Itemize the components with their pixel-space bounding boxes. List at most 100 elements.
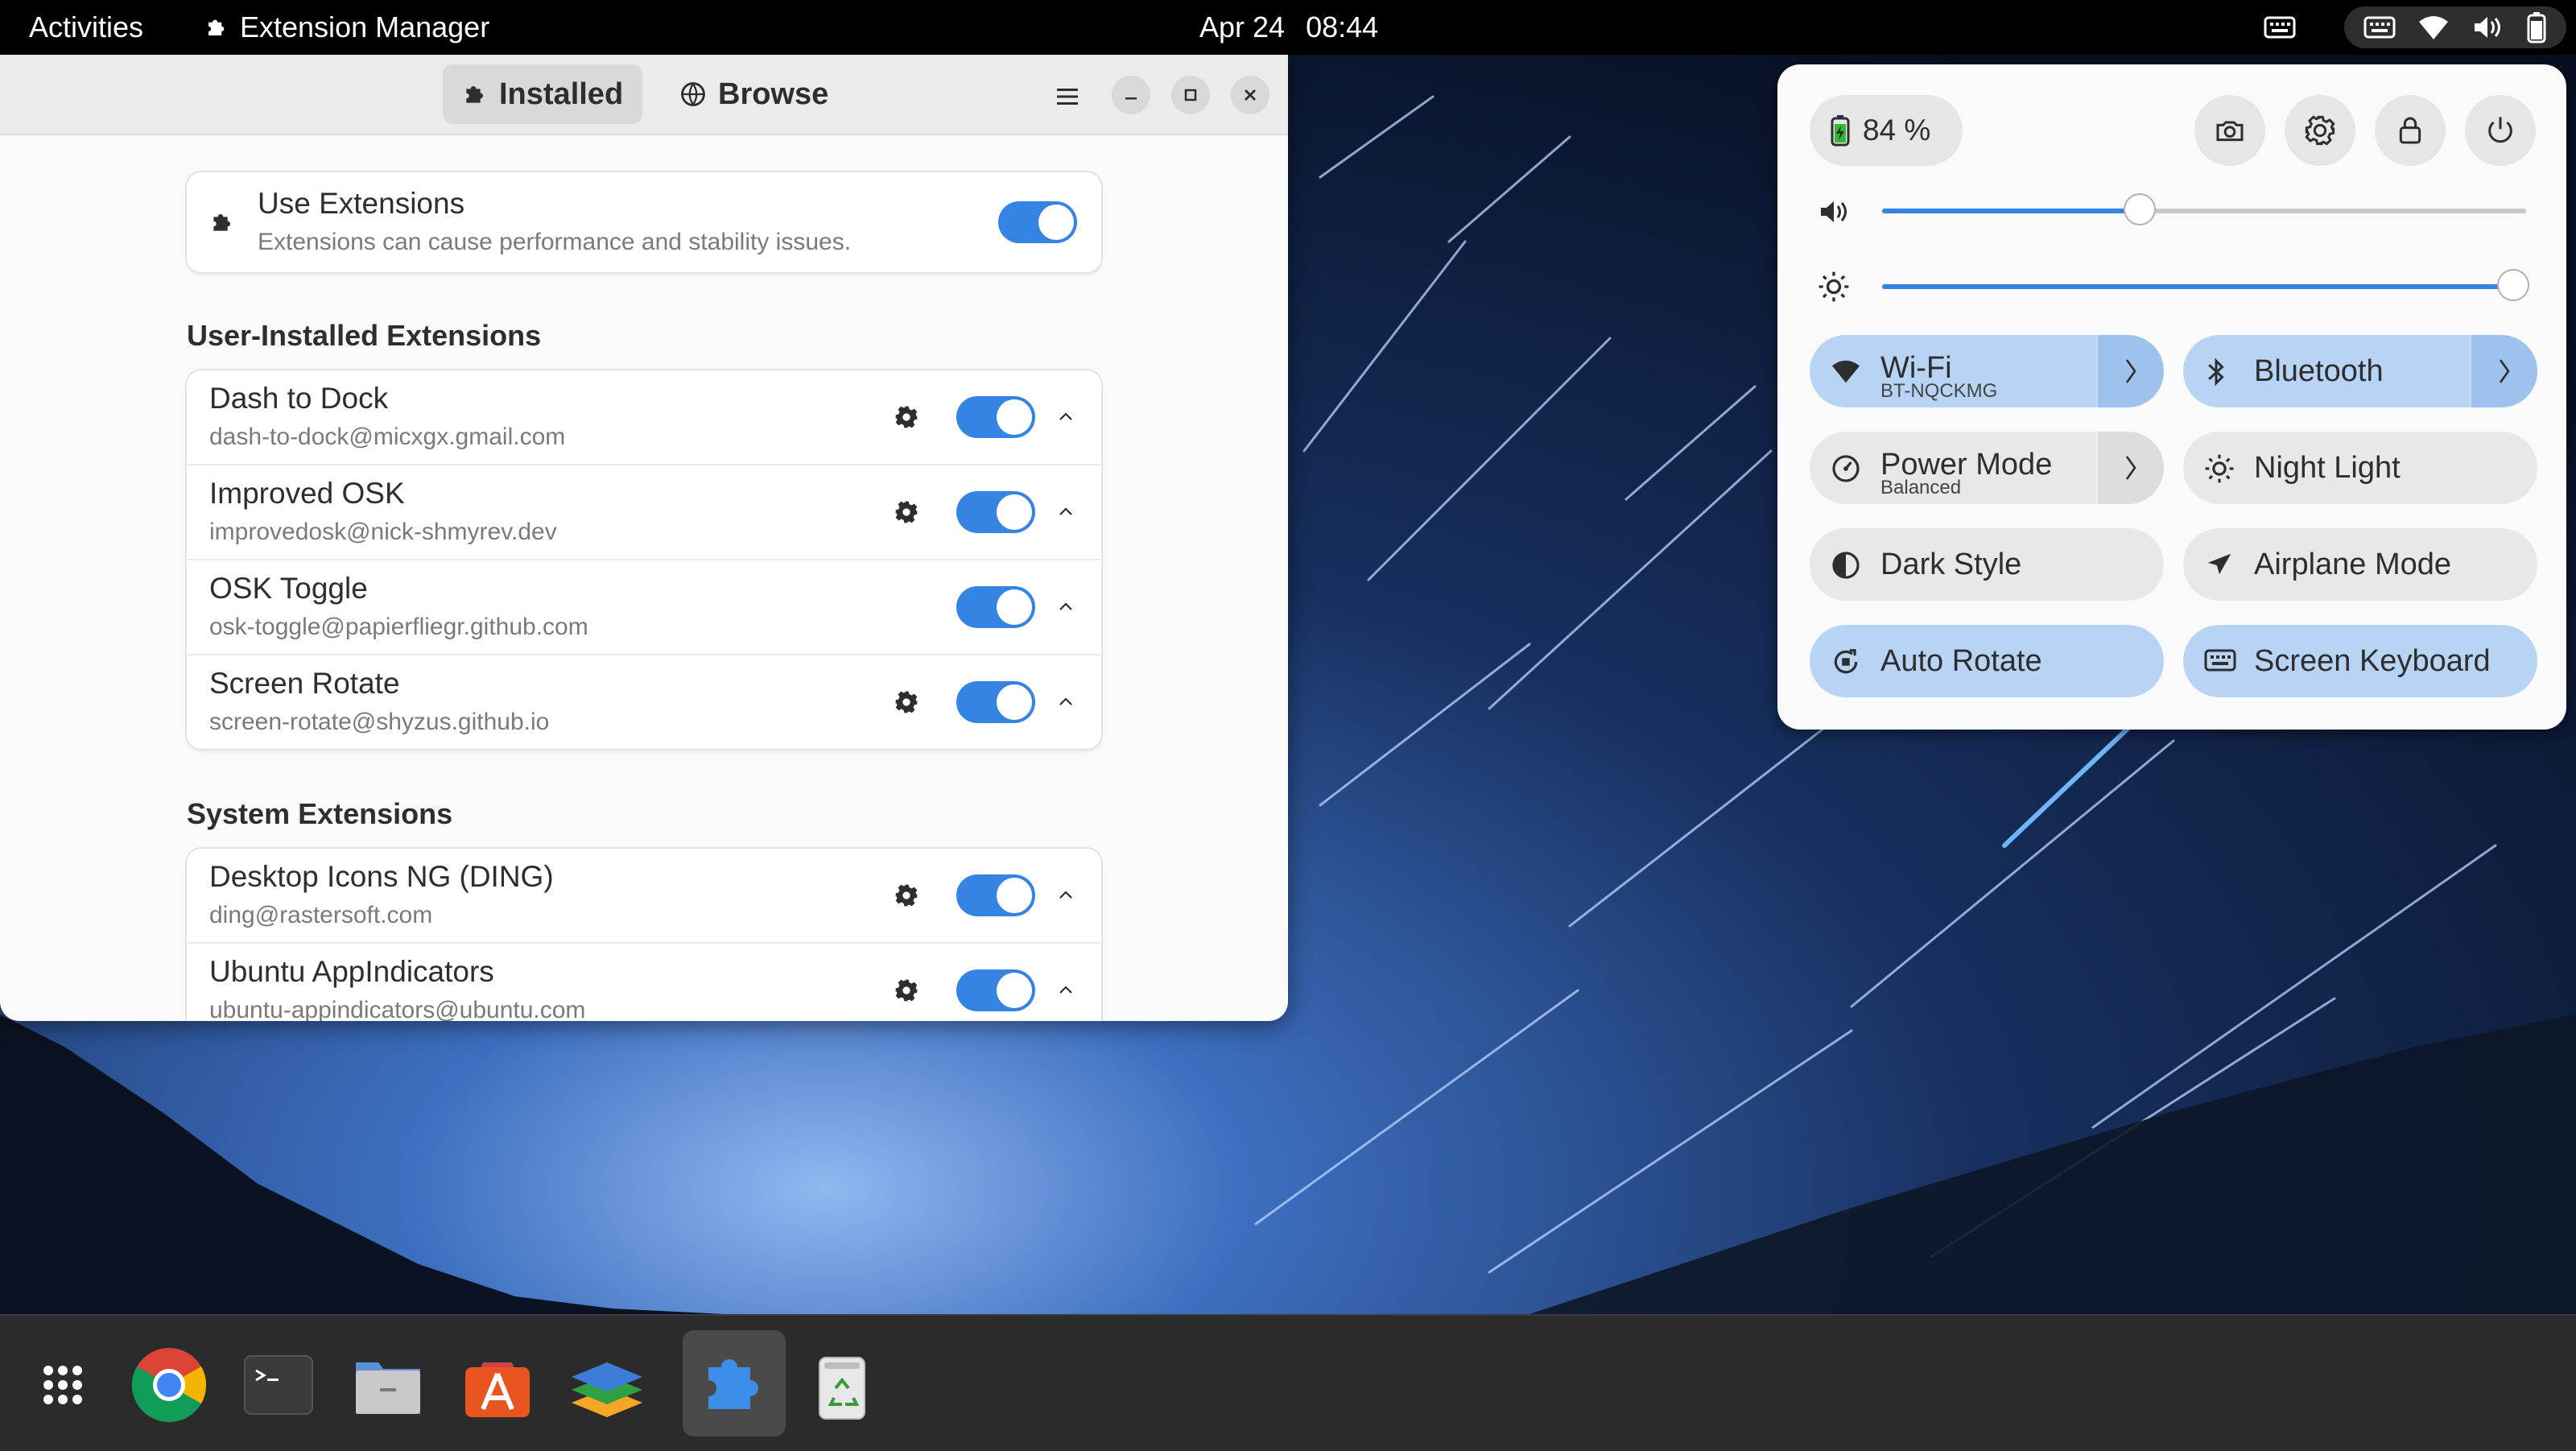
bluetooth-menu-button[interactable]: [2470, 335, 2537, 407]
system-extensions-heading: System Extensions: [187, 797, 453, 830]
apps-grid-icon: [43, 1366, 82, 1404]
puzzle-icon: [466, 86, 483, 103]
dark-style-icon: [1832, 552, 1860, 579]
main-menu-button[interactable]: [1048, 77, 1087, 116]
minimize-button[interactable]: [1112, 76, 1150, 114]
dock: [0, 1314, 2576, 1451]
extension-id: osk-toggle@papierfliegr.github.com: [209, 614, 588, 640]
extension-switch[interactable]: [956, 874, 1035, 916]
settings-gear-icon[interactable]: [894, 689, 919, 715]
chevron-up-icon[interactable]: [1056, 886, 1075, 905]
chevron-up-icon[interactable]: [1056, 502, 1075, 522]
user-extensions-heading: User-Installed Extensions: [187, 319, 542, 352]
app-menu[interactable]: Extension Manager: [204, 10, 489, 44]
auto-rotate-icon: [1834, 649, 1858, 674]
extension-switch[interactable]: [956, 586, 1035, 628]
layers-app-icon: [572, 1362, 642, 1417]
clock[interactable]: Apr 24 08:44: [1199, 10, 1378, 44]
user-extensions-list: Dash to Dock dash-to-dock@micxgx.gmail.c…: [187, 370, 1101, 749]
volume-slider[interactable]: [1882, 195, 2526, 227]
settings-button[interactable]: [2285, 95, 2355, 166]
extension-row[interactable]: Screen Rotate screen-rotate@shyzus.githu…: [187, 655, 1101, 749]
dark-style-toggle[interactable]: Dark Style: [1810, 528, 2164, 601]
brightness-slider-knob[interactable]: [2499, 271, 2528, 300]
chevron-up-icon[interactable]: [1056, 597, 1075, 617]
extension-switch[interactable]: [956, 491, 1035, 533]
volume-status-icon: [2474, 17, 2500, 38]
settings-gear-icon[interactable]: [894, 978, 919, 1003]
extension-row[interactable]: Improved OSK improvedosk@nick-shmyrev.de…: [187, 465, 1101, 560]
maximize-button[interactable]: [1171, 76, 1210, 114]
airplane-mode-toggle[interactable]: Airplane Mode: [2183, 528, 2537, 601]
airplane-mode-label: Airplane Mode: [2254, 548, 2452, 581]
power-button[interactable]: [2465, 95, 2536, 166]
dark-style-label: Dark Style: [1880, 548, 2022, 581]
trash-icon: [819, 1357, 865, 1420]
lock-button[interactable]: [2375, 95, 2446, 166]
minimize-icon: [1125, 97, 1137, 100]
show-apps-button[interactable]: [24, 1346, 101, 1424]
use-extensions-title: Use Extensions: [258, 187, 465, 220]
chevron-up-icon[interactable]: [1056, 981, 1075, 1000]
settings-gear-icon[interactable]: [894, 883, 919, 908]
files-launcher[interactable]: [349, 1346, 427, 1424]
chevron-up-icon[interactable]: [1056, 692, 1075, 712]
screen-keyboard-toggle[interactable]: Screen Keyboard: [2183, 625, 2537, 697]
power-mode-toggle[interactable]: Power Mode Balanced: [1810, 432, 2164, 504]
extension-switch[interactable]: [956, 681, 1035, 723]
wifi-network-name: BT-NQCKMG: [1880, 380, 1998, 402]
keyboard-status-icon: [2363, 16, 2395, 39]
extension-switch[interactable]: [956, 396, 1035, 438]
wifi-menu-button[interactable]: [2096, 335, 2164, 407]
screen-keyboard-label: Screen Keyboard: [2254, 644, 2491, 678]
power-mode-menu-button[interactable]: [2096, 432, 2164, 504]
auto-rotate-toggle[interactable]: Auto Rotate: [1810, 625, 2164, 697]
tab-installed[interactable]: Installed: [443, 64, 643, 124]
settings-gear-icon[interactable]: [894, 499, 919, 525]
extension-name: Desktop Icons NG (DING): [209, 860, 554, 893]
extension-name: Dash to Dock: [209, 382, 389, 415]
use-extensions-card: Use Extensions Extensions can cause perf…: [187, 172, 1101, 272]
system-status-menu[interactable]: [2344, 6, 2566, 48]
tab-browse[interactable]: Browse: [660, 64, 848, 124]
app-menu-label: Extension Manager: [240, 10, 490, 43]
night-light-icon: [2205, 454, 2234, 483]
extension-row[interactable]: OSK Toggle osk-toggle@papierfliegr.githu…: [187, 560, 1101, 655]
settings-icon: [2305, 115, 2335, 146]
terminal-icon: [244, 1355, 313, 1415]
extension-switch[interactable]: [956, 969, 1035, 1011]
app-center-launcher[interactable]: [459, 1346, 536, 1424]
wifi-toggle[interactable]: Wi-Fi BT-NQCKMG: [1810, 335, 2164, 407]
keyboard-icon: [2204, 649, 2236, 672]
header-bar: Installed Browse: [0, 55, 1288, 135]
battery-button[interactable]: 84 %: [1810, 95, 1963, 166]
power-mode-icon: [1832, 455, 1860, 482]
volume-slider-fill: [1882, 209, 2140, 213]
chevron-up-icon[interactable]: [1056, 407, 1075, 427]
activities-button[interactable]: Activities: [29, 10, 143, 44]
keyboard-indicator-icon[interactable]: [2264, 14, 2296, 40]
use-extensions-switch[interactable]: [998, 201, 1077, 243]
terminal-launcher[interactable]: [240, 1346, 317, 1424]
chrome-launcher[interactable]: [130, 1346, 208, 1424]
extension-id: ding@rastersoft.com: [209, 902, 433, 928]
layers-app-launcher[interactable]: [568, 1346, 646, 1424]
settings-gear-icon[interactable]: [894, 404, 919, 430]
extension-row[interactable]: Dash to Dock dash-to-dock@micxgx.gmail.c…: [187, 370, 1101, 465]
volume-slider-knob[interactable]: [2125, 195, 2154, 224]
bluetooth-toggle[interactable]: Bluetooth: [2183, 335, 2537, 407]
screenshot-icon: [2216, 121, 2244, 142]
trash-launcher[interactable]: [803, 1346, 881, 1424]
chevron-right-icon: [2499, 359, 2510, 383]
extension-row[interactable]: Ubuntu AppIndicators ubuntu-appindicator…: [187, 944, 1101, 1021]
extension-manager-launcher[interactable]: [683, 1330, 786, 1437]
screenshot-button[interactable]: [2194, 95, 2265, 166]
night-light-toggle[interactable]: Night Light: [2183, 432, 2537, 504]
extension-row[interactable]: Desktop Icons NG (DING) ding@rastersoft.…: [187, 849, 1101, 944]
chrome-icon: [131, 1348, 207, 1423]
tab-browse-label: Browse: [718, 76, 829, 111]
brightness-slider[interactable]: [1882, 271, 2528, 303]
use-extensions-subtitle: Extensions can cause performance and sta…: [258, 229, 852, 255]
extension-id: dash-to-dock@micxgx.gmail.com: [209, 424, 566, 450]
close-button[interactable]: [1231, 76, 1269, 114]
